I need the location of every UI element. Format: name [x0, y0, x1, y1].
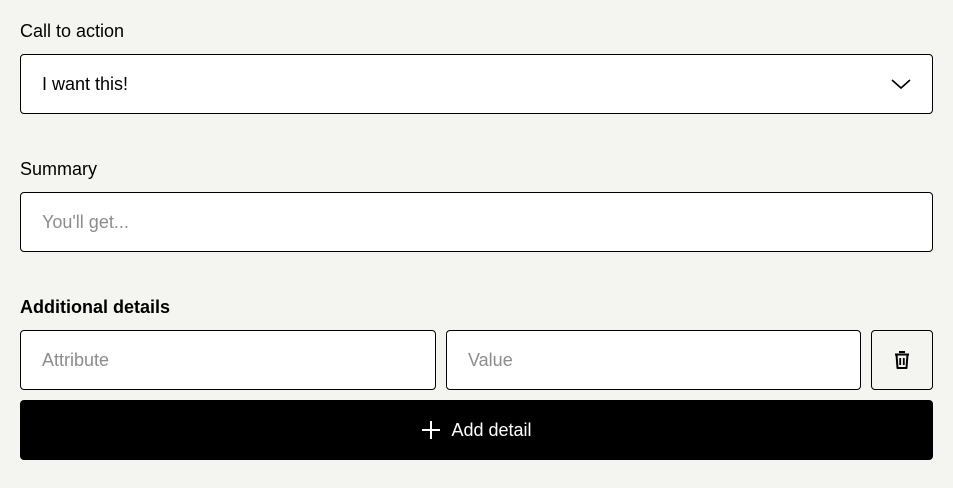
- additional-details-heading: Additional details: [20, 297, 171, 317]
- chevron-down-icon: [891, 79, 911, 90]
- call-to-action-selected-value: I want this!: [42, 73, 129, 94]
- delete-detail-button[interactable]: [871, 330, 933, 390]
- summary-label: Summary: [20, 159, 98, 179]
- plus-icon: [422, 421, 441, 439]
- call-to-action-label: Call to action: [20, 21, 125, 41]
- value-placeholder: Value: [468, 349, 513, 370]
- attribute-placeholder: Attribute: [42, 349, 110, 370]
- summary-input[interactable]: You'll get...: [20, 192, 933, 252]
- call-to-action-select[interactable]: I want this!: [20, 54, 933, 114]
- add-detail-button[interactable]: Add detail: [20, 400, 933, 460]
- value-input[interactable]: Value: [446, 330, 861, 390]
- trash-icon: [895, 351, 909, 369]
- attribute-input[interactable]: Attribute: [20, 330, 436, 390]
- add-detail-label: Add detail: [451, 419, 532, 440]
- summary-placeholder: You'll get...: [42, 211, 129, 232]
